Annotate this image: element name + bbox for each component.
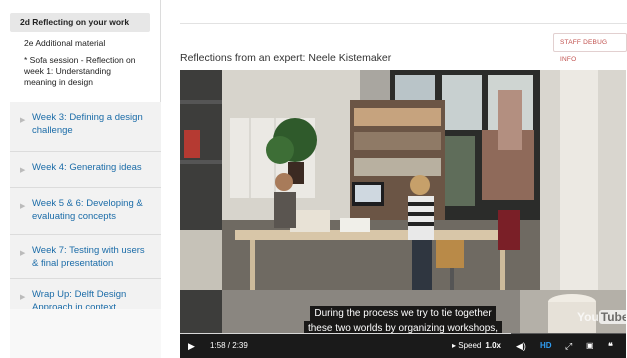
week-item-5-6[interactable]: ▶ Week 5 & 6: Developing & evaluating co… <box>10 188 161 235</box>
week-item-7[interactable]: ▶ Week 7: Testing with users & final pre… <box>10 235 161 279</box>
speed-icon: ▸ <box>452 341 457 350</box>
play-icon[interactable]: ▶ <box>188 334 195 358</box>
main-content: STAFF DEBUG INFO Reflections from an exp… <box>161 0 627 358</box>
chevron-right-icon: ▶ <box>20 250 26 257</box>
video-time: 1:58 / 2:39 <box>210 341 248 350</box>
sidebar-empty-area <box>10 309 161 358</box>
hd-button[interactable]: HD <box>540 334 552 358</box>
subsection-item-sofa-session[interactable]: * Sofa session - Reflection on week 1: U… <box>10 55 150 88</box>
course-sidebar: 2d Reflecting on your work 2e Additional… <box>0 0 161 358</box>
week-list: ▶ Week 3: Defining a design challenge ▶ … <box>10 102 161 323</box>
chevron-right-icon: ▶ <box>20 294 26 301</box>
transcript-icon[interactable]: ❝ <box>608 334 613 358</box>
video-title: Reflections from an expert: Neele Kistem… <box>180 52 392 64</box>
youtube-logo[interactable]: You Tube <box>577 310 626 324</box>
week-item-label: Week 3: Defining a design challenge <box>32 112 143 136</box>
week-item-label: Week 7: Testing with users & final prese… <box>32 245 145 269</box>
staff-debug-button[interactable]: STAFF DEBUG INFO <box>553 33 627 63</box>
fullscreen-icon[interactable]: ⤢ <box>565 334 572 358</box>
subsection-item-reflecting[interactable]: 2d Reflecting on your work <box>10 13 150 32</box>
chevron-right-icon: ▶ <box>20 203 26 210</box>
chevron-right-icon: ▶ <box>20 167 26 174</box>
week-item-3[interactable]: ▶ Week 3: Defining a design challenge <box>10 102 161 152</box>
speed-label: Speed <box>458 341 482 350</box>
week-item-label: Week 4: Generating ideas <box>32 162 142 173</box>
speed-control[interactable]: ▸ Speed 1.0x <box>452 334 501 358</box>
chevron-right-icon: ▶ <box>20 117 26 124</box>
subsection-item-additional-material[interactable]: 2e Additional material <box>10 38 150 49</box>
video-controls: ▶ 1:58 / 2:39 ▸ Speed 1.0x ◀) HD ⤢ ▣ ❝ <box>180 334 626 358</box>
course-page: 2d Reflecting on your work 2e Additional… <box>0 0 627 358</box>
subsection-list: 2d Reflecting on your work 2e Additional… <box>0 13 160 88</box>
week-item-4[interactable]: ▶ Week 4: Generating ideas <box>10 152 161 188</box>
week-item-label: Week 5 & 6: Developing & evaluating conc… <box>32 198 143 222</box>
volume-icon[interactable]: ◀) <box>516 334 526 358</box>
divider <box>180 23 627 24</box>
video-frame-office-scene <box>180 70 626 334</box>
captions-icon[interactable]: ▣ <box>586 334 594 358</box>
speed-value: 1.0x <box>485 341 501 350</box>
video-player[interactable]: During the process we try to tie togethe… <box>180 70 626 358</box>
